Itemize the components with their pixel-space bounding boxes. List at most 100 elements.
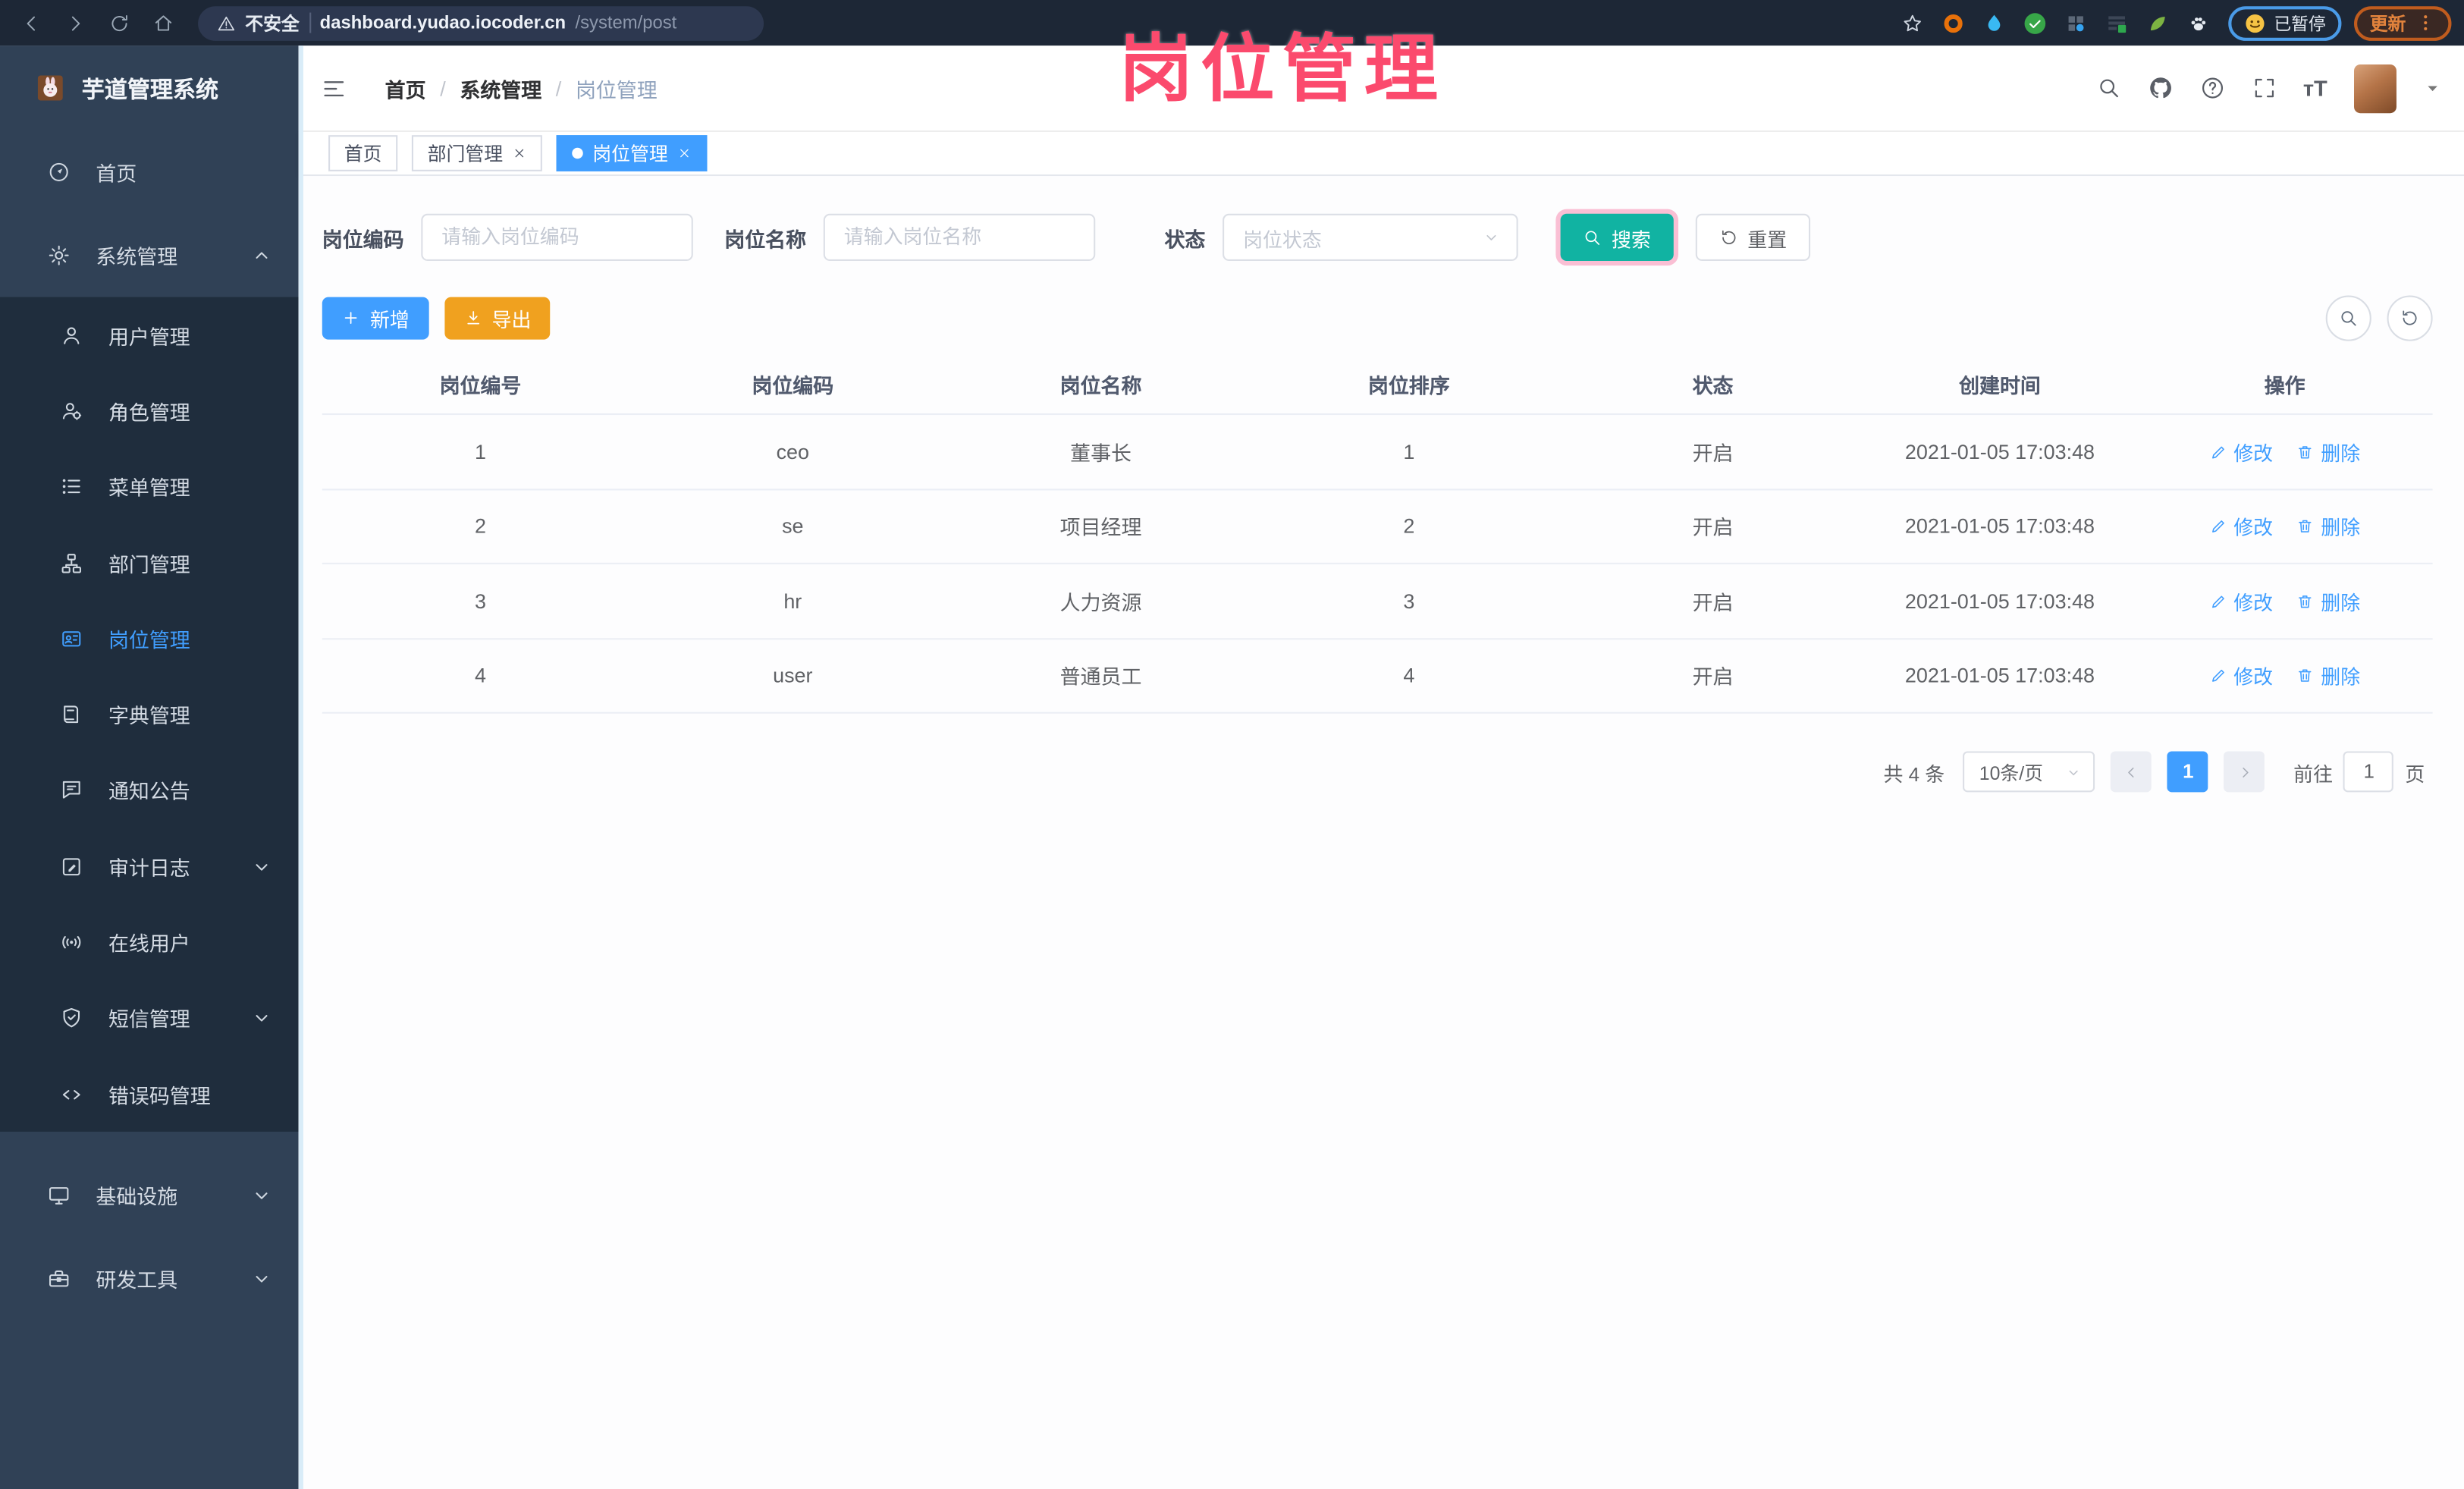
cell-actions: 修改 删除	[2137, 586, 2433, 615]
status-select[interactable]: 岗位状态	[1223, 213, 1518, 261]
github-link[interactable]	[2148, 75, 2173, 100]
sidebar-item-error-code-management[interactable]: 错误码管理	[0, 1056, 299, 1132]
cell-status: 开启	[1692, 590, 1734, 614]
edit-link[interactable]: 修改	[2209, 511, 2273, 541]
chevron-up-icon	[250, 243, 273, 267]
bookmark-star-icon[interactable]	[1895, 5, 1930, 40]
paused-extension-badge[interactable]: 已暂停	[2228, 5, 2342, 40]
extension-drop-icon[interactable]	[1977, 5, 2012, 40]
help-button[interactable]	[2199, 75, 2224, 100]
add-button[interactable]: 新增	[322, 297, 428, 340]
column-header: 状态	[1692, 374, 1734, 398]
browser-home-button[interactable]	[145, 4, 183, 42]
delete-link[interactable]: 删除	[2296, 661, 2360, 690]
chevron-down-icon	[250, 1268, 273, 1291]
sidebar-item-dev-tools[interactable]: 研发工具	[0, 1237, 299, 1321]
app-title: 芋道管理系统	[81, 77, 219, 103]
header-search-button[interactable]	[2095, 75, 2120, 100]
edit-link[interactable]: 修改	[2209, 661, 2273, 690]
browser-reload-button[interactable]	[101, 4, 139, 42]
tab-home[interactable]: 首页	[328, 135, 398, 171]
edit-link[interactable]: 修改	[2209, 437, 2273, 466]
kebab-menu-icon	[2415, 13, 2436, 33]
breadcrumb-home[interactable]: 首页	[385, 73, 426, 102]
user-icon	[60, 323, 83, 347]
search-button[interactable]: 搜索	[1560, 213, 1673, 261]
next-page-button[interactable]	[2224, 751, 2265, 793]
filter-post-name: 岗位名称	[724, 213, 1096, 261]
cell-post-sort: 2	[1403, 514, 1415, 539]
tab-close-button[interactable]	[513, 143, 527, 165]
refresh-icon	[2400, 308, 2420, 328]
browser-back-button[interactable]	[13, 4, 51, 42]
sidebar-item-audit-log[interactable]: 审计日志	[0, 828, 299, 904]
sidebar-item-dict-management[interactable]: 字典管理	[0, 677, 299, 752]
sidebar-item-home[interactable]: 首页	[0, 130, 299, 214]
goto-label: 前往	[2293, 763, 2333, 786]
cell-post-code: se	[782, 514, 804, 539]
post-code-input[interactable]	[421, 213, 693, 261]
sidebar-fold-button[interactable]	[321, 74, 347, 101]
security-label: 不安全	[245, 14, 300, 34]
table-row: 4 user 普通员工 4 开启 2021-01-05 17:03:48 修改 …	[322, 639, 2433, 714]
breadcrumb-separator: /	[555, 76, 562, 100]
sidebar-item-sms-management[interactable]: 短信管理	[0, 980, 299, 1056]
browser-update-button[interactable]: 更新	[2354, 5, 2452, 40]
page-number-button[interactable]: 1	[2167, 751, 2209, 793]
edit-link[interactable]: 修改	[2209, 586, 2273, 615]
sidebar-item-role-management[interactable]: 角色管理	[0, 373, 299, 449]
breadcrumb-current: 岗位管理	[575, 77, 658, 102]
prev-page-button[interactable]	[2111, 751, 2152, 793]
search-icon	[1583, 228, 1602, 247]
toggle-search-button[interactable]	[2325, 295, 2371, 341]
refresh-table-button[interactable]	[2387, 295, 2433, 341]
breadcrumb-system[interactable]: 系统管理	[460, 73, 541, 102]
extension-paw-icon[interactable]	[2181, 5, 2216, 40]
browser-forward-button[interactable]	[57, 4, 95, 42]
tab-close-button[interactable]	[677, 143, 692, 165]
filter-status: 状态 岗位状态	[1164, 213, 1518, 261]
sidebar-item-menu-management[interactable]: 菜单管理	[0, 449, 299, 525]
page-content: 岗位编码 岗位名称 状态 岗位状态	[298, 176, 2464, 1489]
tab-post-management[interactable]: 岗位管理	[556, 135, 708, 171]
code-icon	[60, 1082, 83, 1106]
goto-page-input[interactable]	[2343, 751, 2394, 793]
sidebar-scrollbar[interactable]	[298, 46, 303, 1489]
extension-check-icon[interactable]	[2018, 5, 2053, 40]
link-label: 修改	[2233, 517, 2274, 540]
cell-actions: 修改 删除	[2137, 661, 2433, 690]
page-size-select[interactable]: 10条/页	[1963, 751, 2096, 793]
delete-link[interactable]: 删除	[2296, 586, 2360, 615]
extension-orange-ring-icon[interactable]	[1936, 5, 1971, 40]
breadcrumb-separator: /	[440, 76, 446, 100]
field-label: 岗位编码	[322, 227, 404, 251]
tab-department-management[interactable]: 部门管理	[411, 135, 542, 171]
table-row: 3 hr 人力资源 3 开启 2021-01-05 17:03:48 修改 删除	[322, 564, 2433, 639]
fullscreen-button[interactable]	[2251, 75, 2276, 100]
reset-button[interactable]: 重置	[1694, 213, 1811, 261]
sidebar-item-notice[interactable]: 通知公告	[0, 752, 299, 828]
app-logo-row[interactable]: 芋道管理系统	[0, 46, 299, 130]
sidebar-item-system-management[interactable]: 系统管理	[0, 214, 299, 297]
sidebar-item-post-management[interactable]: 岗位管理	[0, 601, 299, 677]
user-menu-button[interactable]	[2423, 79, 2442, 98]
download-icon	[463, 309, 482, 328]
sidebar-item-online-users[interactable]: 在线用户	[0, 904, 299, 980]
sidebar-item-department-management[interactable]: 部门管理	[0, 525, 299, 601]
table-header: 岗位编号 岗位编码 岗位名称 岗位排序 状态 创建时间 操作	[322, 355, 2433, 416]
navbar-actions: тT	[2095, 63, 2442, 113]
sidebar-item-user-management[interactable]: 用户管理	[0, 297, 299, 373]
post-name-input[interactable]	[823, 213, 1096, 261]
user-avatar[interactable]	[2354, 63, 2397, 113]
extension-list-icon[interactable]	[2099, 5, 2134, 40]
extension-grid-icon[interactable]	[2058, 5, 2093, 40]
extension-leaf-icon[interactable]	[2140, 5, 2175, 40]
address-bar[interactable]: 不安全 dashboard.yudao.iocoder.cn/system/po…	[198, 5, 764, 40]
export-button[interactable]: 导出	[444, 297, 551, 340]
active-dot	[572, 147, 583, 159]
delete-link[interactable]: 删除	[2296, 511, 2360, 541]
sidebar-item-infrastructure[interactable]: 基础设施	[0, 1154, 299, 1237]
delete-link[interactable]: 删除	[2296, 437, 2360, 466]
font-size-button[interactable]: тT	[2303, 77, 2327, 99]
